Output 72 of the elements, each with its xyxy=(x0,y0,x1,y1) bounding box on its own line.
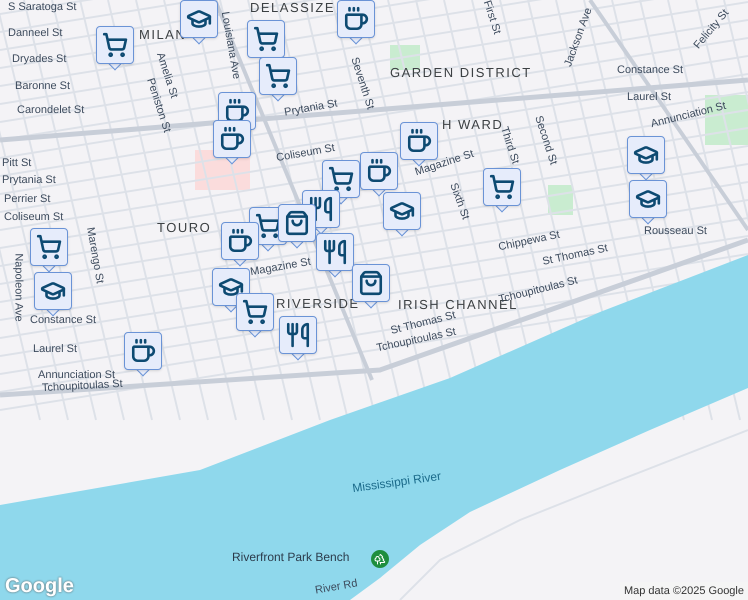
map-marker[interactable] xyxy=(34,272,72,316)
street-label: Second St xyxy=(532,114,558,166)
map-marker[interactable] xyxy=(259,57,297,101)
neighborhood-label: TOURO xyxy=(157,221,212,234)
map-marker[interactable] xyxy=(483,168,521,212)
map-marker[interactable] xyxy=(279,316,317,360)
fork-knife-icon xyxy=(322,239,348,265)
cup-icon xyxy=(343,6,369,32)
shopping-cart-icon xyxy=(102,32,128,58)
street-label: Napoleon Ave xyxy=(12,253,24,322)
street-label: Laurel St xyxy=(627,92,672,103)
street-label: Danneel St xyxy=(8,28,62,39)
map-marker[interactable] xyxy=(383,192,421,236)
bag-icon xyxy=(358,270,384,296)
street-label: Sixth St xyxy=(447,182,471,222)
street-label: Magazine St xyxy=(250,256,312,278)
map-marker[interactable] xyxy=(236,293,274,337)
neighborhood-label: DELASSIZE xyxy=(250,1,336,14)
fork-knife-icon xyxy=(308,196,334,222)
map-marker[interactable] xyxy=(30,228,68,272)
neighborhood-label: H WARD xyxy=(442,118,504,131)
map-marker[interactable] xyxy=(337,0,375,44)
neighborhood-label: RIVERSIDE xyxy=(276,297,360,310)
street-label: Laurel St xyxy=(33,344,78,355)
street-label: Constance St xyxy=(30,315,96,326)
cup-icon xyxy=(227,228,253,254)
map-marker[interactable] xyxy=(360,152,398,196)
cup-icon xyxy=(406,128,432,154)
shopping-cart-icon xyxy=(242,299,268,325)
street-label: Carondelet St xyxy=(17,105,84,116)
street-label: Annunciation St xyxy=(38,370,116,381)
street-label: Rousseau St xyxy=(644,226,707,237)
street-label: Seventh St xyxy=(348,56,376,111)
street-label: Constance St xyxy=(617,65,684,76)
shopping-cart-icon xyxy=(255,213,281,239)
street-label: Perrier St xyxy=(4,194,50,205)
place-label: Riverfront Park Bench xyxy=(232,551,350,563)
street-label: First St xyxy=(480,0,502,36)
shopping-cart-icon xyxy=(328,166,354,192)
bag-icon xyxy=(284,210,310,236)
shopping-cart-icon xyxy=(489,174,515,200)
map-marker[interactable] xyxy=(96,26,134,70)
neighborhood-label: GARDEN DISTRICT xyxy=(390,66,532,79)
map-marker[interactable] xyxy=(213,120,251,164)
street-label: Tchoupitoulas St xyxy=(42,378,123,394)
tree-icon xyxy=(374,553,386,565)
map-marker[interactable] xyxy=(322,160,360,204)
street-label: Baronne St xyxy=(15,81,70,92)
shopping-cart-icon xyxy=(265,63,291,89)
cup-icon xyxy=(130,338,156,364)
street-label: Prytania St xyxy=(2,175,56,186)
map-marker[interactable] xyxy=(124,332,162,376)
map-marker[interactable] xyxy=(316,233,354,277)
fork-knife-icon xyxy=(285,322,311,348)
street-label: River Rd xyxy=(314,578,358,597)
google-logo: Google xyxy=(5,576,74,596)
street-label: Marengo St xyxy=(84,226,105,284)
street-label: Louisiana Ave xyxy=(218,10,242,80)
street-label: Dryades St xyxy=(12,54,66,65)
street-label: Prytania St xyxy=(283,98,338,119)
shopping-cart-icon xyxy=(253,26,279,52)
street-label: Pitt St xyxy=(2,158,32,169)
street-label: S Saratoga St xyxy=(8,2,76,13)
shopping-cart-icon xyxy=(36,234,62,260)
street-label: Coliseum St xyxy=(4,212,64,223)
map-marker[interactable] xyxy=(627,136,665,180)
map-marker[interactable] xyxy=(278,204,316,248)
street-label: Coliseum St xyxy=(276,142,336,164)
river-label: Mississippi River xyxy=(352,470,442,494)
map-marker[interactable] xyxy=(629,180,667,224)
cup-icon xyxy=(219,126,245,152)
cup-icon xyxy=(366,158,392,184)
